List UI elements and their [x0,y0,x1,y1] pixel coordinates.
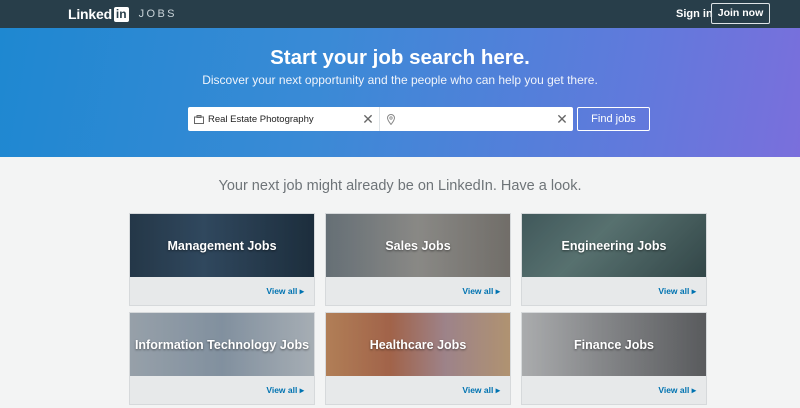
category-card-sales[interactable]: Sales Jobs View all ▸ [325,213,511,306]
category-title: Management Jobs [167,238,277,253]
category-card-engineering[interactable]: Engineering Jobs View all ▸ [521,213,707,306]
top-navigation-bar: Linked in JOBS Sign in Join now [0,0,800,28]
job-search-form: ✕ ✕ [188,107,573,131]
view-all-link[interactable]: View all ▸ [266,385,304,396]
hero-subtitle: Discover your next opportunity and the p… [202,73,598,87]
linkedin-jobs-logo[interactable]: Linked in JOBS [68,6,177,22]
clear-location-icon[interactable]: ✕ [555,112,569,126]
logo-wordmark: Linked [68,6,112,22]
category-card-finance[interactable]: Finance Jobs View all ▸ [521,312,707,405]
hero-banner: Start your job search here. Discover you… [0,28,800,157]
category-card-management[interactable]: Management Jobs View all ▸ [129,213,315,306]
category-card-information-technology[interactable]: Information Technology Jobs View all ▸ [129,312,315,405]
category-title: Engineering Jobs [561,238,667,253]
category-title: Healthcare Jobs [369,337,467,352]
category-title: Information Technology Jobs [134,337,310,352]
view-all-link[interactable]: View all ▸ [658,286,696,297]
logo-in-badge: in [113,6,129,22]
hero-title: Start your job search here. [270,46,530,69]
view-all-link[interactable]: View all ▸ [462,385,500,396]
location-input[interactable] [398,108,548,130]
keyword-field: ✕ [188,107,380,131]
briefcase-icon [192,107,206,131]
category-title: Sales Jobs [385,238,451,253]
sign-in-link[interactable]: Sign in [676,8,713,20]
keyword-input[interactable] [206,108,356,130]
section-label: JOBS [138,8,177,20]
category-card-healthcare[interactable]: Healthcare Jobs View all ▸ [325,312,511,405]
location-field: ✕ [380,107,573,131]
find-jobs-button[interactable]: Find jobs [577,107,650,131]
join-now-button[interactable]: Join now [711,3,770,24]
view-all-link[interactable]: View all ▸ [658,385,696,396]
view-all-link[interactable]: View all ▸ [266,286,304,297]
clear-keyword-icon[interactable]: ✕ [361,112,375,126]
view-all-link[interactable]: View all ▸ [462,286,500,297]
location-pin-icon [384,107,398,131]
section-tagline: Your next job might already be on Linked… [218,178,582,194]
category-title: Finance Jobs [574,337,654,352]
